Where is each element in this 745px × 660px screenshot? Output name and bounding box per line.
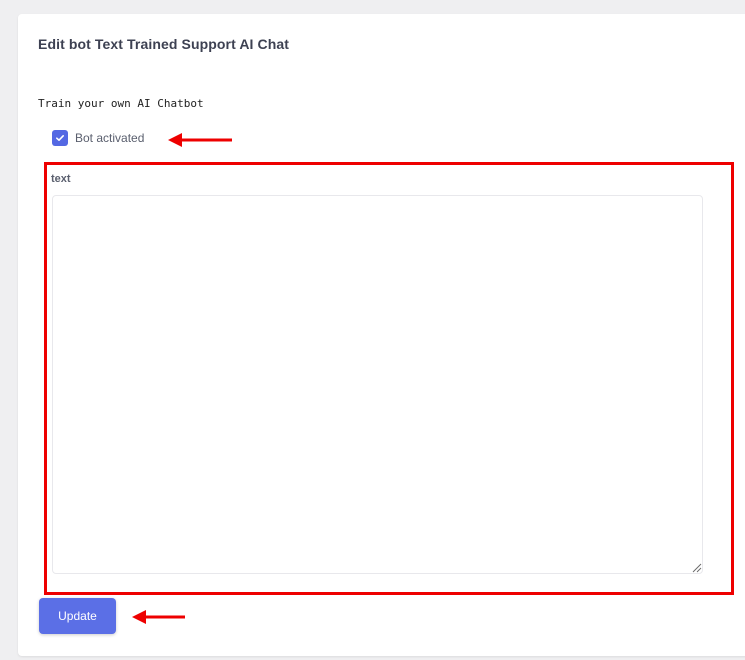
resize-handle-icon[interactable] (692, 563, 702, 573)
edit-bot-card: Edit bot Text Trained Support AI Chat Tr… (18, 14, 745, 656)
bot-activated-toggle[interactable]: Bot activated (52, 130, 144, 146)
text-field-label: text (51, 173, 71, 185)
update-button[interactable]: Update (39, 598, 116, 634)
check-icon (56, 135, 64, 141)
page-subtitle: Train your own AI Chatbot (38, 97, 204, 110)
bot-activated-checkbox[interactable] (52, 130, 68, 146)
text-input[interactable] (52, 195, 703, 574)
page-title: Edit bot Text Trained Support AI Chat (38, 36, 290, 52)
bot-activated-label: Bot activated (75, 131, 145, 145)
